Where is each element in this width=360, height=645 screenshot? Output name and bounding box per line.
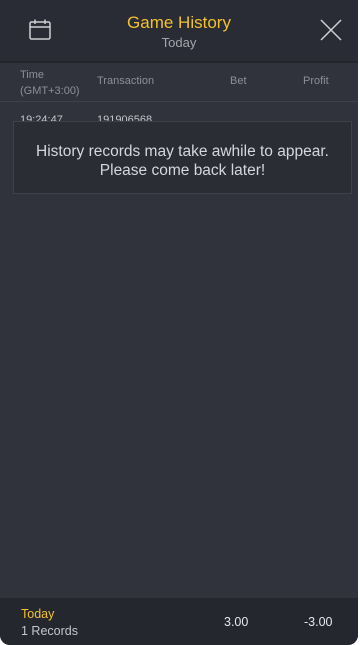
column-bet: Bet — [230, 75, 247, 87]
column-time: Time (GMT+3:00) — [20, 67, 80, 99]
column-time-label: Time — [20, 69, 45, 81]
table-header: Time (GMT+3:00) Transaction Bet Profit — [0, 63, 358, 101]
close-icon[interactable] — [320, 19, 342, 41]
table-header-divider — [0, 101, 358, 102]
column-timezone-label: (GMT+3:00) — [20, 85, 80, 97]
history-delay-notice: History records may take awhile to appea… — [13, 121, 352, 194]
page-subtitle: Today — [161, 35, 197, 50]
footer-record-count: 1 Records — [21, 624, 78, 638]
column-profit: Profit — [303, 75, 329, 87]
notice-line-2: Please come back later! — [99, 162, 266, 179]
summary-footer: Today 1 Records 3.00 -3.00 — [0, 598, 358, 645]
header: Game History Today — [0, 0, 358, 61]
page-title: Game History — [127, 13, 231, 32]
notice-line-1: History records may take awhile to appea… — [36, 143, 329, 160]
game-history-panel: Game History Today Time (GMT+3:00) Trans… — [0, 0, 358, 645]
footer-period: Today — [21, 607, 55, 621]
column-transaction: Transaction — [97, 75, 155, 87]
footer-bet-total: 3.00 — [224, 615, 249, 629]
footer-profit-total: -3.00 — [304, 615, 333, 629]
